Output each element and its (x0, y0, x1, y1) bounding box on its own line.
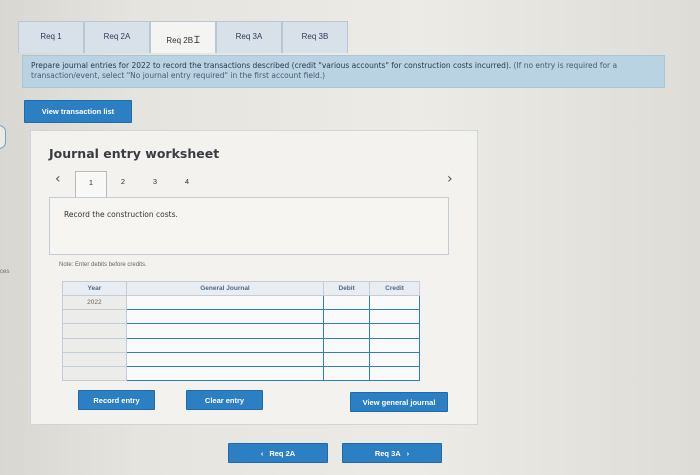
debit-input[interactable] (323, 337, 371, 353)
debit-input[interactable] (323, 351, 371, 367)
table-row (62, 309, 420, 325)
year-cell (62, 365, 127, 382)
credit-input[interactable] (369, 365, 420, 382)
account-input[interactable] (125, 323, 325, 339)
transaction-description: Record the construction costs. (49, 197, 449, 255)
general-journal-header: General Journal (125, 280, 325, 297)
tab-req-1[interactable]: Req 1 (18, 21, 84, 53)
view-transaction-list-button[interactable]: View transaction list (24, 100, 132, 123)
next-req-button[interactable]: Req 3A › (342, 443, 442, 463)
view-general-journal-button[interactable]: View general journal (350, 392, 448, 412)
worksheet-page-3[interactable]: 3 (139, 171, 171, 193)
year-header: Year (62, 280, 127, 297)
account-input[interactable] (125, 351, 325, 367)
year-cell: 2022 (62, 295, 127, 311)
clear-entry-button[interactable]: Clear entry (186, 390, 263, 410)
debit-header: Debit (323, 280, 371, 297)
worksheet-page-tabs: 1 2 3 4 (75, 171, 203, 197)
chevron-right-icon: › (406, 448, 410, 458)
tab-label: Req 3B (301, 32, 329, 41)
tab-label: Req 3A (235, 32, 263, 41)
account-input[interactable] (125, 295, 325, 311)
credit-header: Credit (369, 280, 420, 297)
year-cell (62, 323, 127, 339)
table-row (62, 323, 420, 339)
instructions-banner: Prepare journal entries for 2022 to reco… (22, 55, 665, 88)
requirement-tabs: Req 1 Req 2A Req 2BꞮ Req 3A Req 3B (18, 21, 348, 53)
table-row (62, 337, 420, 353)
tab-req-2a[interactable]: Req 2A (84, 21, 150, 53)
debit-input[interactable] (323, 365, 371, 382)
tab-label: Req 1 (40, 32, 62, 41)
instructions-text: Prepare journal entries for 2022 to reco… (31, 61, 512, 70)
account-input[interactable] (125, 365, 325, 382)
prev-req-button[interactable]: ‹ Req 2A (228, 443, 328, 463)
tab-label: Req 2B (166, 36, 194, 45)
tab-label: Req 2A (103, 32, 131, 41)
account-input[interactable] (125, 337, 325, 353)
debit-input[interactable] (323, 323, 371, 339)
tab-req-3a[interactable]: Req 3A (216, 21, 282, 53)
debit-input[interactable] (323, 309, 371, 325)
debit-input[interactable] (323, 295, 371, 311)
chevron-left-icon[interactable]: ‹ (55, 171, 61, 187)
table-row: 2022 (62, 295, 420, 311)
journal-table: Year General Journal Debit Credit 2022 (62, 280, 420, 382)
year-cell (62, 337, 127, 353)
collapse-handle[interactable] (0, 125, 6, 149)
worksheet-page-2[interactable]: 2 (107, 171, 139, 193)
account-input[interactable] (125, 309, 325, 325)
worksheet-page-1[interactable]: 1 (75, 171, 107, 197)
next-req-label: Req 3A (374, 448, 401, 458)
side-label: ces (0, 269, 10, 275)
credit-input[interactable] (369, 351, 420, 367)
credit-input[interactable] (369, 323, 420, 339)
worksheet-title: Journal entry worksheet (49, 146, 220, 161)
credit-input[interactable] (369, 337, 420, 353)
table-row (62, 351, 420, 367)
year-cell (62, 351, 127, 367)
tab-req-3b[interactable]: Req 3B (282, 21, 348, 53)
prev-req-label: Req 2A (269, 448, 296, 458)
tab-req-2b[interactable]: Req 2BꞮ (150, 21, 216, 53)
year-cell (62, 309, 127, 325)
table-header-row: Year General Journal Debit Credit (62, 280, 420, 297)
credit-input[interactable] (369, 309, 420, 325)
worksheet-page-4[interactable]: 4 (171, 171, 203, 193)
credit-input[interactable] (369, 295, 420, 311)
worksheet-note: Note: Enter debits before credits. (59, 262, 147, 268)
record-entry-button[interactable]: Record entry (78, 390, 155, 410)
table-row (62, 365, 420, 382)
chevron-right-icon[interactable]: › (447, 171, 453, 187)
text-cursor-icon: Ɪ (194, 35, 200, 46)
chevron-left-icon: ‹ (260, 448, 264, 458)
